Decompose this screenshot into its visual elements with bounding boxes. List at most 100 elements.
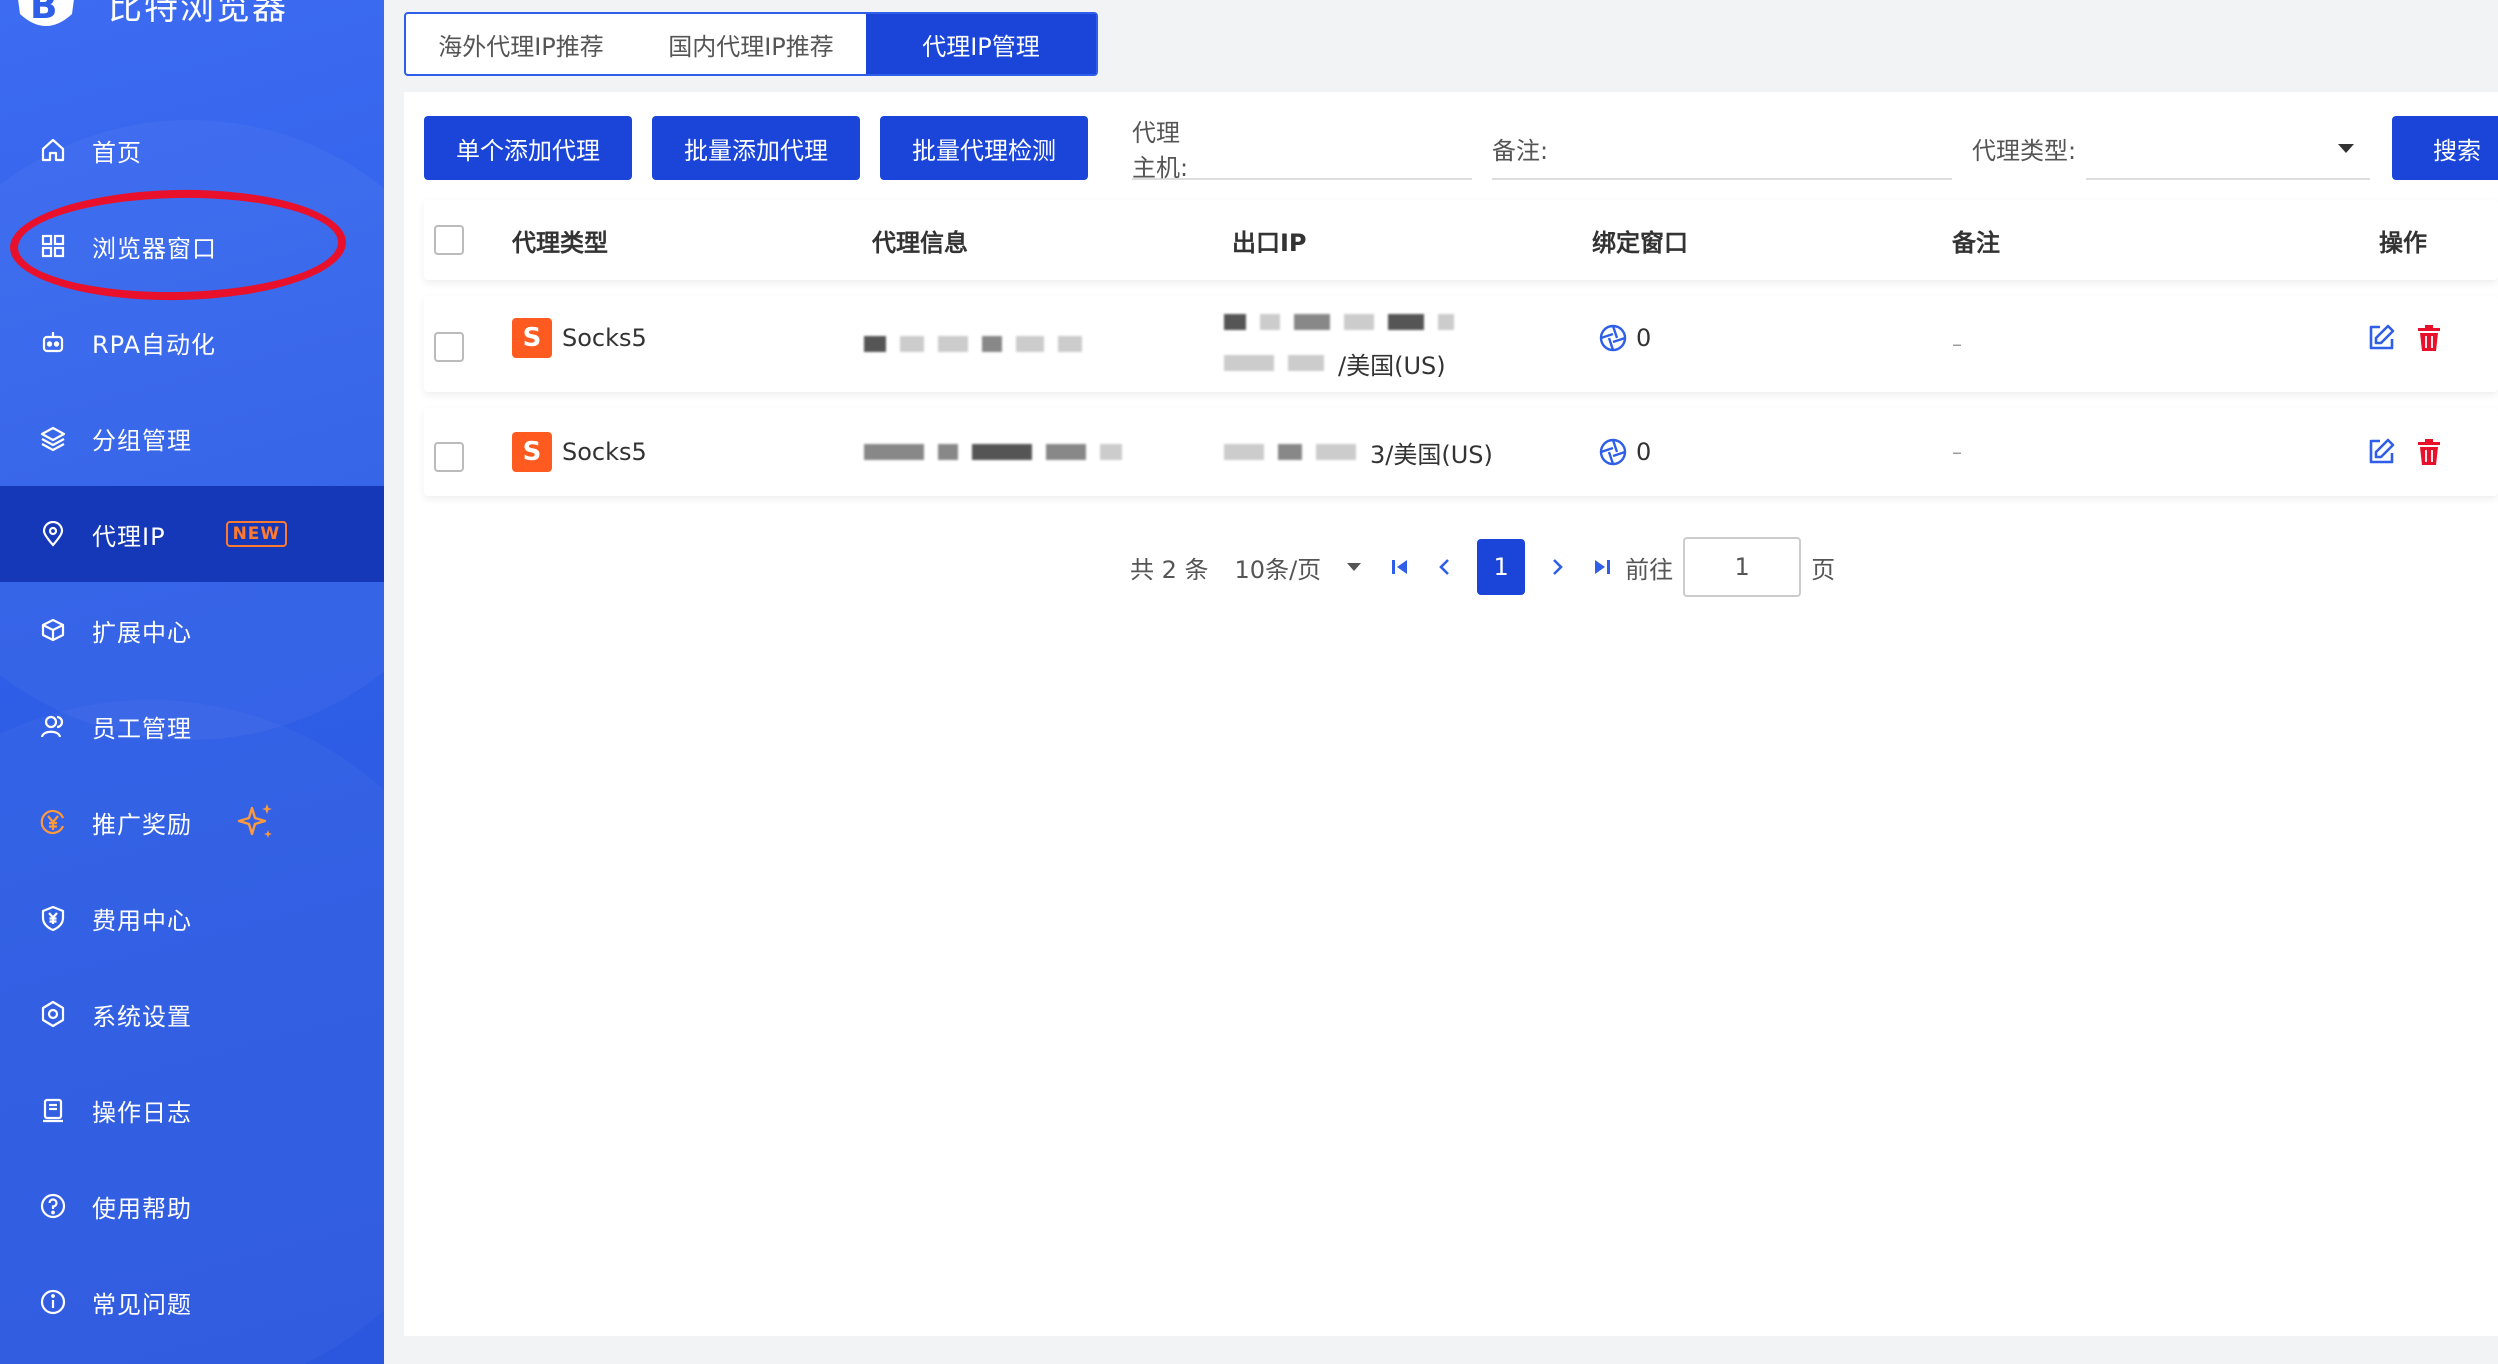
page-number-current[interactable]: 1	[1477, 539, 1526, 595]
sidebar-item-settings[interactable]: 系统设置	[0, 966, 384, 1062]
select-all-checkbox[interactable]	[434, 225, 464, 255]
chevron-down-icon	[2338, 143, 2354, 153]
sidebar-item-label: RPA自动化	[92, 330, 217, 359]
tab-proxy-management[interactable]: 代理IP管理	[866, 14, 1096, 74]
edit-icon[interactable]	[2366, 437, 2396, 467]
page-size-value: 10条/页	[1234, 555, 1322, 584]
aperture-icon	[1599, 324, 1627, 352]
proxy-type-cell: S Socks5	[512, 290, 647, 386]
actions-cell	[2366, 290, 2462, 386]
exit-ip-cell: /美国(US)	[1224, 296, 1468, 392]
yen-shield-icon	[38, 903, 68, 933]
table-row: S Socks5 3/美国(US) 0 –	[424, 408, 2498, 496]
proxy-info-masked	[864, 408, 1136, 496]
sidebar-item-label: 首页	[92, 138, 142, 167]
table-row: S Socks5 /美国(US) 0 –	[424, 296, 2498, 392]
exit-ip-cell: 3/美国(US)	[1224, 408, 1493, 496]
info-icon	[38, 1287, 68, 1317]
actions-cell	[2366, 408, 2462, 496]
sidebar-item-logs[interactable]: 操作日志	[0, 1062, 384, 1158]
location-icon	[38, 519, 68, 549]
sidebar-item-extensions[interactable]: 扩展中心	[0, 582, 384, 678]
page-suffix: 页	[1811, 555, 1836, 584]
remark-label: 备注:	[1492, 136, 1549, 165]
proxy-host-input[interactable]	[1194, 127, 1472, 169]
sidebar-item-staff[interactable]: 员工管理	[0, 678, 384, 774]
sidebar-item-help[interactable]: 使用帮助	[0, 1158, 384, 1254]
add-batch-proxy-button[interactable]: 批量添加代理	[652, 116, 860, 180]
users-icon	[38, 711, 68, 741]
logo-icon: B	[18, 0, 74, 27]
add-single-proxy-button[interactable]: 单个添加代理	[424, 116, 632, 180]
delete-icon[interactable]	[2414, 437, 2444, 467]
sidebar-item-label: 代理IP	[92, 522, 166, 551]
column-header: 绑定窗口	[1592, 228, 1688, 257]
svg-text:B: B	[30, 0, 57, 27]
tab-overseas-proxy[interactable]: 海外代理IP推荐	[406, 14, 636, 74]
help-icon	[38, 1191, 68, 1221]
prev-page-icon[interactable]	[1435, 556, 1453, 578]
column-header: 出口IP	[1232, 228, 1307, 257]
tab-domestic-proxy[interactable]: 国内代理IP推荐	[636, 14, 866, 74]
socks-icon: S	[512, 432, 552, 472]
table-header: 代理类型 代理信息 出口IP 绑定窗口 备注 操作	[424, 200, 2498, 280]
pagination: 共 2 条 10条/页 1 前往 1 页	[1130, 535, 1835, 599]
column-header: 代理信息	[872, 228, 968, 257]
exit-ip-location: /美国(US)	[1338, 351, 1446, 380]
sidebar-item-home[interactable]: 首页	[0, 102, 384, 198]
bound-window-cell: 0	[1598, 408, 1651, 496]
new-badge: NEW	[225, 521, 288, 547]
brand: B 比特浏览器	[0, 0, 384, 50]
proxy-type-select[interactable]	[2086, 118, 2370, 180]
column-header: 操作	[2379, 228, 2427, 257]
bound-window-count[interactable]: 0	[1636, 324, 1651, 352]
sidebar-item-billing[interactable]: 费用中心	[0, 870, 384, 966]
sidebar-item-rpa[interactable]: RPA自动化	[0, 294, 384, 390]
bound-window-cell: 0	[1598, 290, 1651, 386]
proxy-type: Socks5	[562, 324, 647, 352]
proxy-type: Socks5	[562, 438, 647, 466]
sidebar-item-label: 操作日志	[92, 1098, 192, 1127]
column-header: 代理类型	[512, 228, 608, 257]
row-checkbox[interactable]	[434, 332, 464, 362]
log-icon	[38, 1095, 68, 1125]
first-page-icon[interactable]	[1389, 556, 1411, 578]
sidebar-item-faq[interactable]: 常见问题	[0, 1254, 384, 1350]
sidebar-item-label: 推广奖励	[92, 810, 192, 839]
sidebar-item-groups[interactable]: 分组管理	[0, 390, 384, 486]
goto-label: 前往	[1625, 555, 1674, 584]
sidebar-item-label: 系统设置	[92, 1002, 192, 1031]
sidebar-item-promotion[interactable]: 推广奖励	[0, 774, 384, 870]
edit-icon[interactable]	[2366, 323, 2396, 353]
sidebar-item-label: 员工管理	[92, 714, 192, 743]
cube-icon	[38, 615, 68, 645]
delete-icon[interactable]	[2414, 323, 2444, 353]
proxy-host-field: 代理主机:	[1132, 118, 1472, 182]
settings-icon	[38, 999, 68, 1029]
exit-ip-location: 3/美国(US)	[1370, 440, 1493, 469]
app-name: 比特浏览器	[108, 0, 288, 28]
proxy-type-label: 代理类型:	[1972, 136, 2077, 165]
bound-window-count[interactable]: 0	[1636, 438, 1651, 466]
remark-input[interactable]	[1548, 127, 1952, 169]
row-checkbox[interactable]	[434, 442, 464, 472]
home-icon	[38, 135, 68, 165]
layers-icon	[38, 423, 68, 453]
proxy-info-masked	[864, 296, 1096, 392]
sidebar-item-proxy-ip[interactable]: 代理IP NEW	[0, 486, 384, 582]
search-button[interactable]: 搜索	[2392, 116, 2498, 180]
yen-circle-icon	[38, 807, 68, 837]
last-page-icon[interactable]	[1591, 556, 1613, 578]
next-page-icon[interactable]	[1549, 556, 1567, 578]
remark-cell: –	[1952, 332, 1962, 356]
page-size-select[interactable]: 10条/页	[1235, 550, 1362, 585]
proxy-host-label: 代理主机:	[1132, 119, 1189, 182]
batch-check-proxy-button[interactable]: 批量代理检测	[880, 116, 1088, 180]
aperture-icon	[1599, 438, 1627, 466]
sidebar-item-label: 分组管理	[92, 426, 192, 455]
chevron-down-icon	[1347, 563, 1362, 571]
sidebar: B 比特浏览器 首页 浏览器窗口 RPA自动化 分组管理 代理IP NEW 扩展…	[0, 0, 384, 1364]
goto-page-input[interactable]: 1	[1683, 537, 1802, 597]
sparkle-icon	[237, 804, 272, 838]
remark-cell: –	[1952, 440, 1962, 464]
